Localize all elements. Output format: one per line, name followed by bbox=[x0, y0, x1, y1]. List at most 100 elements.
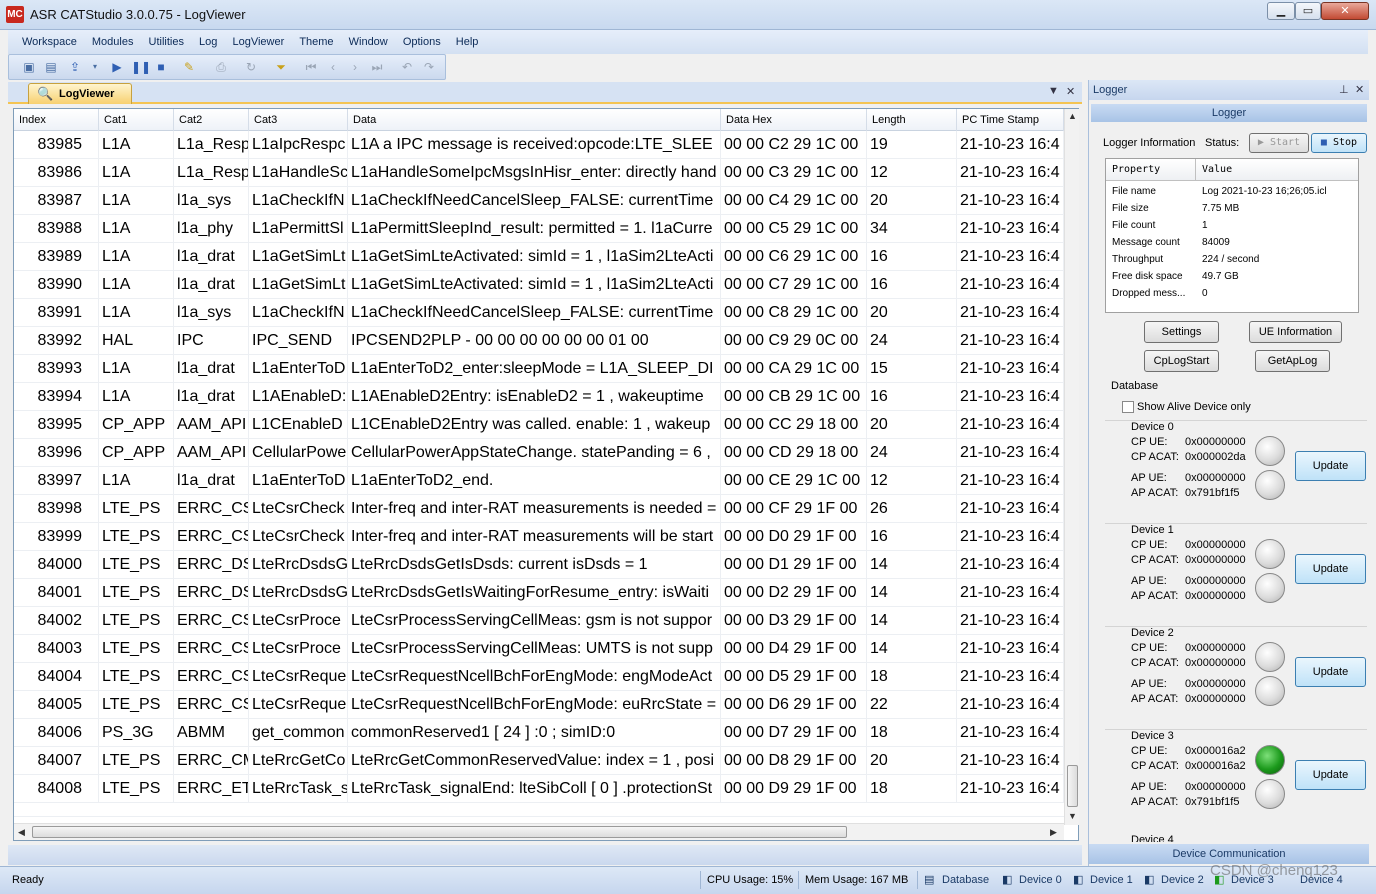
table-row[interactable]: 83986 L1A L1a_Resp L1aHandleSc L1aHandleSome… bbox=[14, 159, 1064, 187]
table-row[interactable]: 84001 LTE_PS ERRC_DS LteRrcDsdsG LteRrcDsdsG… bbox=[14, 579, 1064, 607]
menu-logviewer[interactable]: LogViewer bbox=[226, 30, 290, 54]
table-row[interactable]: 84005 LTE_PS ERRC_CS LteCsrReque LteCsrReque… bbox=[14, 691, 1064, 719]
menu-modules[interactable]: Modules bbox=[86, 30, 140, 54]
play-icon[interactable]: ▶ bbox=[109, 59, 125, 75]
col-cat2[interactable]: Cat2 bbox=[174, 109, 249, 131]
maximize-button[interactable]: ▭ bbox=[1295, 2, 1321, 20]
clear-icon[interactable]: ✎ bbox=[181, 59, 197, 75]
status-device-0[interactable]: Device 0 bbox=[1019, 871, 1062, 889]
table-row[interactable]: 83987 L1A l1a_sys L1aCheckIfN L1aCheckIfNeed… bbox=[14, 187, 1064, 215]
logger-properties-table: Property Value File name Log 2021-10-23 1… bbox=[1105, 158, 1359, 313]
ue-information-button[interactable]: UE Information bbox=[1249, 321, 1342, 343]
col-cat1[interactable]: Cat1 bbox=[99, 109, 174, 131]
cell-length: 20 bbox=[867, 299, 957, 327]
table-row[interactable]: 83996 CP_APP AAM_API CellularPowe CellularPo… bbox=[14, 439, 1064, 467]
tab-dropdown-icon[interactable]: ▼ bbox=[1048, 85, 1059, 97]
logger-close-icon[interactable]: ✕ bbox=[1355, 83, 1364, 96]
start-button[interactable]: ▶ Start bbox=[1249, 133, 1309, 153]
table-row[interactable]: 83997 L1A l1a_drat L1aEnterToD L1aEnterToD2_… bbox=[14, 467, 1064, 495]
vertical-scrollbar[interactable]: ▲ ▼ bbox=[1064, 109, 1079, 825]
table-row[interactable]: 84007 LTE_PS ERRC_CM LteRrcGetCo LteRrcGetCo… bbox=[14, 747, 1064, 775]
scroll-up-icon[interactable]: ▲ bbox=[1068, 111, 1077, 121]
refresh-icon[interactable]: ↻ bbox=[243, 59, 259, 75]
col-cat3[interactable]: Cat3 bbox=[249, 109, 348, 131]
redo-icon[interactable]: ↷ bbox=[421, 59, 437, 75]
update-button-3[interactable]: Update bbox=[1295, 760, 1366, 790]
menu-options[interactable]: Options bbox=[397, 30, 447, 54]
show-alive-checkbox[interactable] bbox=[1122, 401, 1134, 413]
cell-index: 84003 bbox=[14, 635, 99, 663]
table-row[interactable]: 84003 LTE_PS ERRC_CS LteCsrProce LteCsrProce… bbox=[14, 635, 1064, 663]
cell-cat3: L1aCheckIfN bbox=[249, 187, 348, 215]
horizontal-scrollbar[interactable]: ◀ ▶ bbox=[14, 823, 1064, 840]
last-icon[interactable]: ⏭ bbox=[369, 59, 385, 75]
update-button-1[interactable]: Update bbox=[1295, 554, 1366, 584]
prev-icon[interactable]: ‹ bbox=[325, 59, 341, 75]
table-row[interactable]: 83999 LTE_PS ERRC_CS LteCsrCheck Inter-freq … bbox=[14, 523, 1064, 551]
update-button-0[interactable]: Update bbox=[1295, 451, 1366, 481]
menu-window[interactable]: Window bbox=[343, 30, 394, 54]
status-device-1[interactable]: Device 1 bbox=[1090, 871, 1133, 889]
open-icon[interactable]: ▣ bbox=[21, 59, 37, 75]
table-row[interactable]: 83992 HAL IPC IPC_SEND IPCSEND2PLP - 00 00 0… bbox=[14, 327, 1064, 355]
table-row[interactable]: 83985 L1A L1a_Resp L1aIpcRespc L1A a IPC mes… bbox=[14, 131, 1064, 159]
scroll-left-icon[interactable]: ◀ bbox=[18, 827, 25, 838]
close-button[interactable]: ✕ bbox=[1321, 2, 1369, 20]
export-icon[interactable]: ⇪ bbox=[67, 59, 83, 75]
col-data[interactable]: Data bbox=[348, 109, 721, 131]
pin-icon[interactable]: ⊥ bbox=[1339, 83, 1349, 96]
status-device-2[interactable]: Device 2 bbox=[1161, 871, 1204, 889]
pause-icon[interactable]: ❚❚ bbox=[131, 59, 151, 75]
update-button-2[interactable]: Update bbox=[1295, 657, 1366, 687]
menu-log[interactable]: Log bbox=[193, 30, 223, 54]
print-icon[interactable]: ⎙ bbox=[213, 59, 229, 75]
vertical-scroll-thumb[interactable] bbox=[1067, 765, 1078, 807]
next-icon[interactable]: › bbox=[347, 59, 363, 75]
cell-cat3: L1aGetSimLt bbox=[249, 243, 348, 271]
horizontal-scroll-thumb[interactable] bbox=[32, 826, 847, 838]
col-index[interactable]: Index bbox=[14, 109, 99, 131]
dropdown-icon[interactable]: ▾ bbox=[87, 59, 103, 75]
cell-pc-time-stamp: 21-10-23 16:4 bbox=[957, 747, 1064, 775]
minimize-button[interactable]: ▁ bbox=[1267, 2, 1295, 20]
getaplog-button[interactable]: GetApLog bbox=[1255, 350, 1330, 372]
cell-cat2: ERRC_CS bbox=[174, 495, 249, 523]
table-row[interactable]: 83995 CP_APP AAM_API L1CEnableD L1CEnableD2E… bbox=[14, 411, 1064, 439]
device-communication-tab[interactable]: Device Communication bbox=[1089, 844, 1369, 864]
stop-icon[interactable]: ■ bbox=[153, 59, 169, 75]
tab-close-icon[interactable]: ✕ bbox=[1066, 85, 1075, 98]
first-icon[interactable]: ⏮ bbox=[303, 59, 319, 75]
cplogstart-button[interactable]: CpLogStart bbox=[1144, 350, 1219, 372]
menu-theme[interactable]: Theme bbox=[293, 30, 339, 54]
table-row[interactable]: 83989 L1A l1a_drat L1aGetSimLt L1aGetSimLteA… bbox=[14, 243, 1064, 271]
undo-icon[interactable]: ↶ bbox=[399, 59, 415, 75]
table-row[interactable]: 84006 PS_3G ABMM get_common commonReserved1 … bbox=[14, 719, 1064, 747]
table-row[interactable]: 83993 L1A l1a_drat L1aEnterToD L1aEnterToD2_… bbox=[14, 355, 1064, 383]
app-logo-icon: MC bbox=[6, 6, 24, 23]
filter-icon[interactable]: ⏷ bbox=[273, 59, 289, 75]
table-row[interactable]: 84002 LTE_PS ERRC_CS LteCsrProce LteCsrProce… bbox=[14, 607, 1064, 635]
tab-logviewer[interactable]: 🔍 LogViewer bbox=[28, 83, 132, 104]
table-row[interactable]: 83994 L1A l1a_drat L1AEnableD: L1AEnableD2En… bbox=[14, 383, 1064, 411]
scroll-right-icon[interactable]: ▶ bbox=[1050, 827, 1057, 838]
menu-workspace[interactable]: Workspace bbox=[16, 30, 83, 54]
status-database[interactable]: Database bbox=[942, 871, 989, 889]
table-row[interactable]: 84000 LTE_PS ERRC_DS LteRrcDsdsG LteRrcDsdsG… bbox=[14, 551, 1064, 579]
table-row[interactable]: 84008 LTE_PS ERRC_ET LteRrcTask_s LteRrcTask… bbox=[14, 775, 1064, 803]
menu-help[interactable]: Help bbox=[450, 30, 485, 54]
menu-utilities[interactable]: Utilities bbox=[143, 30, 190, 54]
scroll-down-icon[interactable]: ▼ bbox=[1068, 811, 1077, 821]
col-pc-time-stamp[interactable]: PC Time Stamp bbox=[957, 109, 1064, 131]
col-data-hex[interactable]: Data Hex bbox=[721, 109, 867, 131]
table-row[interactable]: 83988 L1A l1a_phy L1aPermittSl L1aPermittSle… bbox=[14, 215, 1064, 243]
stop-button[interactable]: ■ Stop bbox=[1311, 133, 1367, 153]
cell-length: 24 bbox=[867, 327, 957, 355]
col-length[interactable]: Length bbox=[867, 109, 957, 131]
settings-button[interactable]: Settings bbox=[1144, 321, 1219, 343]
table-row[interactable]: 84004 LTE_PS ERRC_CS LteCsrReque LteCsrReque… bbox=[14, 663, 1064, 691]
cell-index: 83998 bbox=[14, 495, 99, 523]
table-row[interactable]: 83990 L1A l1a_drat L1aGetSimLt L1aGetSimLteA… bbox=[14, 271, 1064, 299]
save-icon[interactable]: ▤ bbox=[43, 59, 59, 75]
table-row[interactable]: 83991 L1A l1a_sys L1aCheckIfN L1aCheckIfNeed… bbox=[14, 299, 1064, 327]
table-row[interactable]: 83998 LTE_PS ERRC_CS LteCsrCheck Inter-freq … bbox=[14, 495, 1064, 523]
